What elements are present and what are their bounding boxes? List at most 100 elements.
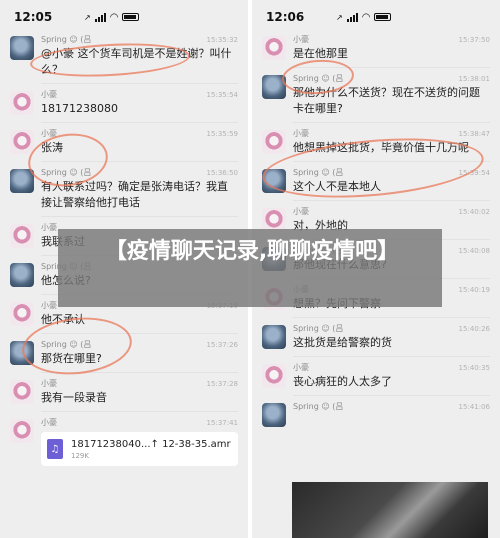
chat-message[interactable]: 小豪 15:35:59 张涛: [0, 128, 248, 156]
message-time: 15:35:59: [206, 130, 238, 138]
message-time: 15:36:50: [206, 169, 238, 177]
avatar[interactable]: [262, 364, 286, 388]
chat-message[interactable]: Spring ☺ (吕 15:41:06: [252, 401, 500, 427]
avatar[interactable]: [10, 36, 34, 60]
wifi-icon: ◠: [361, 11, 371, 23]
avatar[interactable]: [262, 325, 286, 349]
audio-file-card[interactable]: ♫ 18171238040...↑ 12-38-35.amr 129K: [41, 432, 238, 466]
sender-name: Spring ☺ (吕: [293, 402, 344, 411]
file-size: 129K: [71, 451, 89, 460]
message-divider: [293, 67, 490, 68]
sender-name: 小豪: [293, 129, 309, 138]
chat-message[interactable]: 小豪 15:40:35 丧心病狂的人太多了: [252, 362, 500, 390]
message-text: 是在他那里: [293, 47, 348, 60]
message-divider: [293, 395, 490, 396]
sender-name: 小豪: [41, 90, 57, 99]
avatar[interactable]: [10, 263, 34, 287]
avatar[interactable]: [10, 91, 34, 115]
message-time: 15:38:47: [458, 130, 490, 138]
chat-message[interactable]: 小豪 15:37:41 ♫ 18171238040...↑ 12-38-35.amr 1…: [0, 417, 248, 466]
message-divider: [41, 83, 238, 84]
message-divider: [41, 372, 238, 373]
message-text: 有人联系过吗？确定是张涛电话？我直接让警察给他打电话: [41, 180, 228, 209]
message-divider: [293, 122, 490, 123]
avatar[interactable]: [10, 302, 34, 326]
status-bar: 12:05 ↗ ◠: [0, 0, 248, 34]
avatar[interactable]: [10, 341, 34, 365]
chat-message[interactable]: Spring ☺ (吕 15:39:54 这个人不是本地人: [252, 167, 500, 195]
avatar[interactable]: [10, 224, 34, 248]
status-bar: 12:06 ↗ ◠: [252, 0, 500, 34]
message-text: 这批货是给警察的货: [293, 336, 392, 349]
chat-message[interactable]: 小豪 15:37:50 是在他那里: [252, 34, 500, 62]
sender-name: Spring ☺ (吕: [293, 324, 344, 333]
chat-message[interactable]: Spring ☺ (吕 15:35:32 @小豪 这个货车司机是不是姓谢？叫什么？: [0, 34, 248, 78]
message-time: 15:38:01: [458, 75, 490, 83]
avatar[interactable]: [10, 130, 34, 154]
avatar[interactable]: [262, 403, 286, 427]
message-text: 我有一段录音: [41, 391, 107, 404]
message-text: 张涛: [41, 141, 63, 154]
avatar[interactable]: [262, 75, 286, 99]
message-time: 15:37:28: [206, 380, 238, 388]
chat-message[interactable]: 小豪 15:37:28 我有一段录音: [0, 378, 248, 406]
music-file-icon: ♫: [47, 439, 63, 459]
chat-message[interactable]: Spring ☺ (吕 15:38:01 那他为什么不送货？现在不送货的问题卡在哪里…: [252, 73, 500, 117]
message-time: 15:35:32: [206, 36, 238, 44]
message-time: 15:37:26: [206, 341, 238, 349]
location-arrow-icon: ↗: [336, 12, 343, 22]
message-divider: [41, 161, 238, 162]
status-time: 12:05: [14, 10, 53, 24]
signal-icon: [346, 12, 358, 22]
message-divider: [293, 200, 490, 201]
message-time: 15:35:54: [206, 91, 238, 99]
sender-name: Spring ☺ (吕: [293, 168, 344, 177]
sender-name: 小豪: [41, 129, 57, 138]
sender-name: 小豪: [41, 223, 57, 232]
message-text: 那货在哪里?: [41, 352, 102, 365]
message-time: 15:39:54: [458, 169, 490, 177]
location-arrow-icon: ↗: [84, 12, 91, 22]
message-time: 15:37:50: [458, 36, 490, 44]
message-time: 15:37:41: [206, 419, 238, 427]
message-text: 他想黑掉这批货，毕竟价值十几万呢: [293, 141, 469, 154]
sender-name: 小豪: [293, 207, 309, 216]
sender-name: Spring ☺ (吕: [41, 168, 92, 177]
avatar[interactable]: [262, 130, 286, 154]
message-text: 18171238080: [41, 102, 118, 115]
avatar[interactable]: [10, 169, 34, 193]
message-text: 他不承认: [41, 313, 85, 326]
video-thumbnail[interactable]: [292, 482, 488, 538]
message-divider: [41, 333, 238, 334]
message-text: @小豪 这个货车司机是不是姓谢？叫什么？: [41, 47, 232, 76]
message-text: 那他为什么不送货？现在不送货的问题卡在哪里?: [293, 86, 480, 115]
chat-message[interactable]: Spring ☺ (吕 15:37:26 那货在哪里?: [0, 339, 248, 367]
chat-message[interactable]: 小豪 15:38:47 他想黑掉这批货，毕竟价值十几万呢: [252, 128, 500, 156]
title-banner: 【疫情聊天记录,聊聊疫情吧】: [58, 229, 442, 307]
sender-name: Spring ☺ (吕: [293, 74, 344, 83]
message-time: 15:40:26: [458, 325, 490, 333]
sender-name: Spring ☺ (吕: [41, 340, 92, 349]
sender-name: 小豪: [293, 363, 309, 372]
avatar[interactable]: [10, 419, 34, 443]
avatar[interactable]: [262, 36, 286, 60]
message-time: 15:40:08: [458, 247, 490, 255]
file-name: 18171238040...↑ 12-38-35.amr: [71, 438, 231, 450]
message-divider: [293, 317, 490, 318]
avatar[interactable]: [262, 169, 286, 193]
wifi-icon: ◠: [109, 11, 119, 23]
chat-message[interactable]: Spring ☺ (吕 15:40:26 这批货是给警察的货: [252, 323, 500, 351]
message-divider: [293, 161, 490, 162]
message-time: 15:40:35: [458, 364, 490, 372]
chat-message[interactable]: 小豪 15:35:54 18171238080: [0, 89, 248, 117]
message-time: 15:40:19: [458, 286, 490, 294]
message-time: 15:40:02: [458, 208, 490, 216]
sender-name: 小豪: [41, 379, 57, 388]
message-text: 这个人不是本地人: [293, 180, 381, 193]
message-divider: [41, 411, 238, 412]
chat-message[interactable]: Spring ☺ (吕 15:36:50 有人联系过吗？确定是张涛电话？我直接让警察…: [0, 167, 248, 211]
sender-name: 小豪: [41, 418, 57, 427]
message-text: 丧心病狂的人太多了: [293, 375, 392, 388]
sender-name: Spring ☺ (吕: [41, 35, 92, 44]
avatar[interactable]: [10, 380, 34, 404]
